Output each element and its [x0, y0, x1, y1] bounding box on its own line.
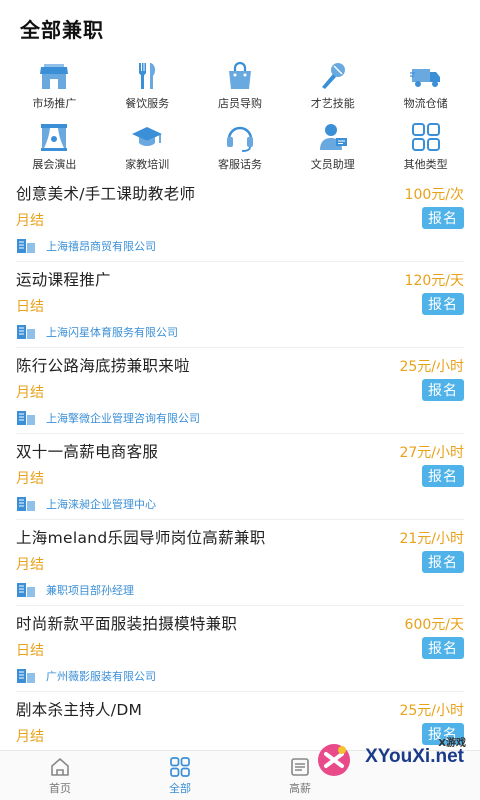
tab-home[interactable]: 首页 — [0, 751, 120, 800]
company-icon — [17, 497, 35, 511]
apply-button[interactable]: 报名 — [422, 723, 464, 745]
job-pay: 21元/小时 — [399, 531, 464, 547]
apply-button[interactable]: 报名 — [422, 293, 464, 315]
tab-placeholder — [360, 751, 480, 800]
company-name: 上海涞昶企业管理中心 — [46, 498, 156, 511]
job-title: 运动课程推广 — [16, 271, 111, 289]
home-icon — [51, 757, 69, 776]
microphone-icon — [315, 60, 351, 92]
document-icon — [291, 757, 309, 776]
headset-icon — [222, 121, 258, 153]
company-icon — [17, 669, 35, 683]
job-pay: 25元/小时 — [399, 703, 464, 719]
graduation-cap-icon — [129, 121, 165, 153]
job-company: 上海禧昂商贸有限公司 — [16, 238, 156, 254]
apply-button[interactable]: 报名 — [422, 465, 464, 487]
job-settlement: 月结 — [16, 385, 44, 401]
tab-high-pay[interactable]: 高薪 — [240, 751, 360, 800]
job-item[interactable]: 陈行公路海底捞兼职来啦 25元/小时 月结 报名 上海擎微企业管理咨询有限公司 — [16, 348, 464, 434]
apply-button[interactable]: 报名 — [422, 551, 464, 573]
job-item[interactable]: 时尚新款平面服装拍摄模特兼职 600元/天 日结 报名 广州薇影服装有限公司 — [16, 606, 464, 692]
job-pay: 25元/小时 — [399, 359, 464, 375]
grid-icon — [408, 121, 444, 153]
category-exhibition-show[interactable]: 展会演出 — [8, 121, 101, 172]
job-settlement: 月结 — [16, 557, 44, 573]
company-name: 兼职项目部孙经理 — [46, 584, 134, 597]
job-company: 上海闪星体育服务有限公司 — [16, 324, 178, 340]
clerk-icon — [315, 121, 351, 153]
tab-all[interactable]: 全部 — [120, 751, 240, 800]
page-header: 全部兼职 — [0, 0, 480, 54]
category-tutoring[interactable]: 家教培训 — [101, 121, 194, 172]
job-item[interactable]: 双十一高薪电商客服 27元/小时 月结 报名 上海涞昶企业管理中心 — [16, 434, 464, 520]
truck-icon — [408, 60, 444, 92]
category-market-promotion[interactable]: 市场推广 — [8, 60, 101, 111]
job-settlement: 月结 — [16, 213, 44, 229]
job-pay: 600元/天 — [404, 617, 464, 633]
company-icon — [17, 411, 35, 425]
job-settlement: 日结 — [16, 643, 44, 659]
company-icon — [17, 325, 35, 339]
store-icon — [36, 60, 72, 92]
company-name: 上海闪星体育服务有限公司 — [46, 326, 178, 339]
job-company: 上海擎微企业管理咨询有限公司 — [16, 410, 200, 426]
job-title: 创意美术/手工课助教老师 — [16, 185, 196, 203]
job-item[interactable]: 上海meland乐园导师岗位高薪兼职 21元/小时 月结 报名 兼职项目部孙经理 — [16, 520, 464, 606]
category-talent-skills[interactable]: 才艺技能 — [286, 60, 379, 111]
job-item[interactable]: 创意美术/手工课助教老师 100元/次 月结 报名 上海禧昂商贸有限公司 — [16, 176, 464, 262]
bottom-tab-bar: 首页 全部 高薪 — [0, 750, 480, 800]
job-settlement: 月结 — [16, 471, 44, 487]
apply-button[interactable]: 报名 — [422, 637, 464, 659]
job-pay: 120元/天 — [404, 273, 464, 289]
company-icon — [17, 583, 35, 597]
apply-button[interactable]: 报名 — [422, 207, 464, 229]
job-pay: 100元/次 — [404, 187, 464, 203]
stage-curtain-icon — [36, 121, 72, 153]
job-title: 剧本杀主持人/DM — [16, 701, 143, 719]
job-title: 上海meland乐园导师岗位高薪兼职 — [16, 529, 266, 547]
grid-icon — [170, 756, 190, 777]
category-customer-service[interactable]: 客服话务 — [194, 121, 287, 172]
job-title: 时尚新款平面服装拍摄模特兼职 — [16, 615, 238, 633]
company-name: 上海禧昂商贸有限公司 — [46, 240, 156, 253]
category-food-service[interactable]: 餐饮服务 — [101, 60, 194, 111]
category-clerk-assistant[interactable]: 文员助理 — [286, 121, 379, 172]
job-company: 广州薇影服装有限公司 — [16, 668, 156, 684]
job-company: 兼职项目部孙经理 — [16, 582, 134, 598]
job-pay: 27元/小时 — [399, 445, 464, 461]
shopping-bag-icon — [222, 60, 258, 92]
job-item[interactable]: 运动课程推广 120元/天 日结 报名 上海闪星体育服务有限公司 — [16, 262, 464, 348]
job-title: 双十一高薪电商客服 — [16, 443, 159, 461]
page-title: 全部兼职 — [20, 18, 104, 42]
company-icon — [17, 239, 35, 253]
company-name: 广州薇影服装有限公司 — [46, 670, 156, 683]
category-other-types[interactable]: 其他类型 — [379, 121, 472, 172]
fork-knife-icon — [129, 60, 165, 92]
category-logistics[interactable]: 物流仓储 — [379, 60, 472, 111]
job-list: 创意美术/手工课助教老师 100元/次 月结 报名 上海禧昂商贸有限公司 运动课… — [0, 176, 480, 778]
job-title: 陈行公路海底捞兼职来啦 — [16, 357, 190, 375]
job-settlement: 日结 — [16, 299, 44, 315]
category-grid: 市场推广 餐饮服务 店员导购 才艺技能 物流仓储 展会演出 家教培训 客服话务 … — [0, 54, 480, 172]
job-settlement: 月结 — [16, 729, 44, 745]
company-name: 上海擎微企业管理咨询有限公司 — [46, 412, 200, 425]
job-company: 上海涞昶企业管理中心 — [16, 496, 156, 512]
apply-button[interactable]: 报名 — [422, 379, 464, 401]
category-shop-assistant[interactable]: 店员导购 — [194, 60, 287, 111]
